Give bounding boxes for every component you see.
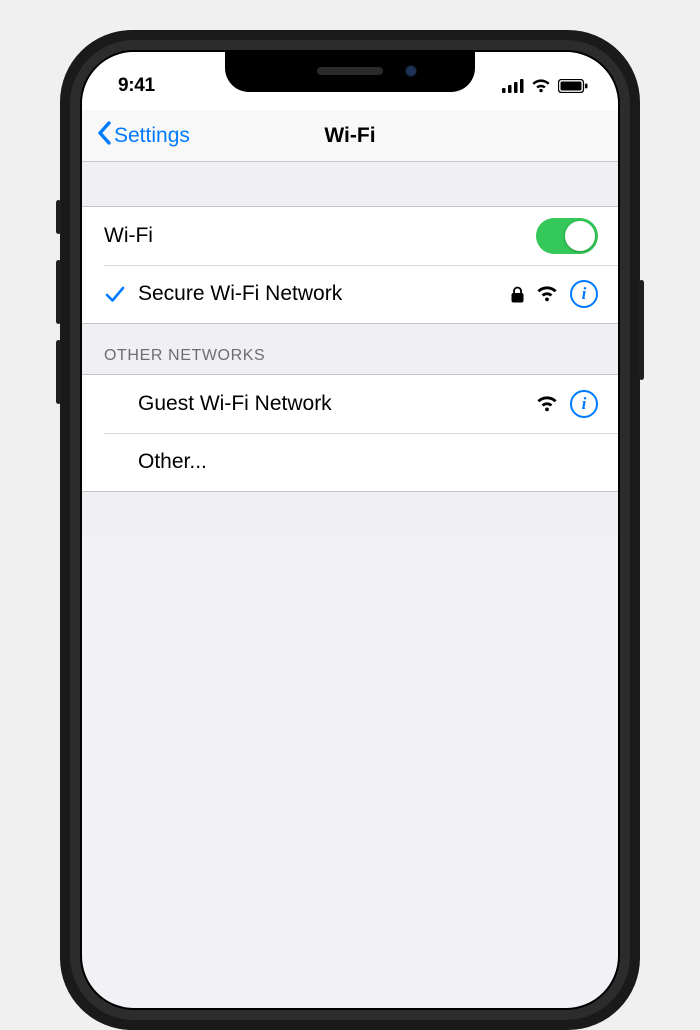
- wifi-toggle[interactable]: [536, 218, 598, 254]
- toggle-knob: [565, 221, 595, 251]
- power-button[interactable]: [639, 280, 644, 380]
- mute-switch[interactable]: [56, 200, 61, 234]
- nav-header: Settings Wi-Fi: [82, 110, 618, 162]
- back-label: Settings: [114, 124, 190, 148]
- earpiece-speaker: [317, 67, 383, 75]
- wifi-signal-icon: [536, 286, 558, 302]
- phone-frame: 9:41: [60, 30, 640, 1030]
- other-network-label: Other...: [138, 450, 598, 474]
- wifi-toggle-row: Wi-Fi: [82, 207, 618, 265]
- cellular-signal-icon: [502, 79, 524, 93]
- checkmark-icon: [100, 283, 130, 305]
- screen: 9:41: [82, 52, 618, 1008]
- section-spacer: [82, 162, 618, 206]
- front-camera: [405, 65, 417, 77]
- network-row-other[interactable]: Other...: [82, 433, 618, 491]
- battery-icon: [558, 79, 588, 93]
- wifi-toggle-label: Wi-Fi: [104, 224, 536, 248]
- wifi-signal-icon: [536, 396, 558, 412]
- chevron-left-icon: [96, 121, 112, 151]
- info-button[interactable]: i: [570, 280, 598, 308]
- section-spacer: [82, 492, 618, 536]
- status-indicators: [502, 69, 588, 93]
- connected-network-row[interactable]: Secure Wi-Fi Network: [82, 265, 618, 323]
- wifi-main-group: Wi-Fi Secure Wi-Fi: [82, 206, 618, 324]
- phone-bezel: 9:41: [70, 40, 630, 1020]
- other-networks-group: Guest Wi-Fi Network i: [82, 374, 618, 492]
- connected-network-name: Secure Wi-Fi Network: [138, 282, 511, 306]
- screen-border: 9:41: [80, 50, 620, 1010]
- status-time: 9:41: [118, 65, 155, 97]
- network-row-guest[interactable]: Guest Wi-Fi Network i: [82, 375, 618, 433]
- other-networks-header-label: OTHER NETWORKS: [104, 347, 265, 365]
- volume-up-button[interactable]: [56, 260, 61, 324]
- info-button[interactable]: i: [570, 390, 598, 418]
- volume-down-button[interactable]: [56, 340, 61, 404]
- other-networks-header: OTHER NETWORKS: [82, 324, 618, 374]
- network-name: Guest Wi-Fi Network: [138, 392, 536, 416]
- lock-icon: [511, 286, 524, 303]
- display-notch: [225, 50, 475, 92]
- wifi-status-icon: [531, 79, 551, 93]
- back-button[interactable]: Settings: [82, 121, 190, 151]
